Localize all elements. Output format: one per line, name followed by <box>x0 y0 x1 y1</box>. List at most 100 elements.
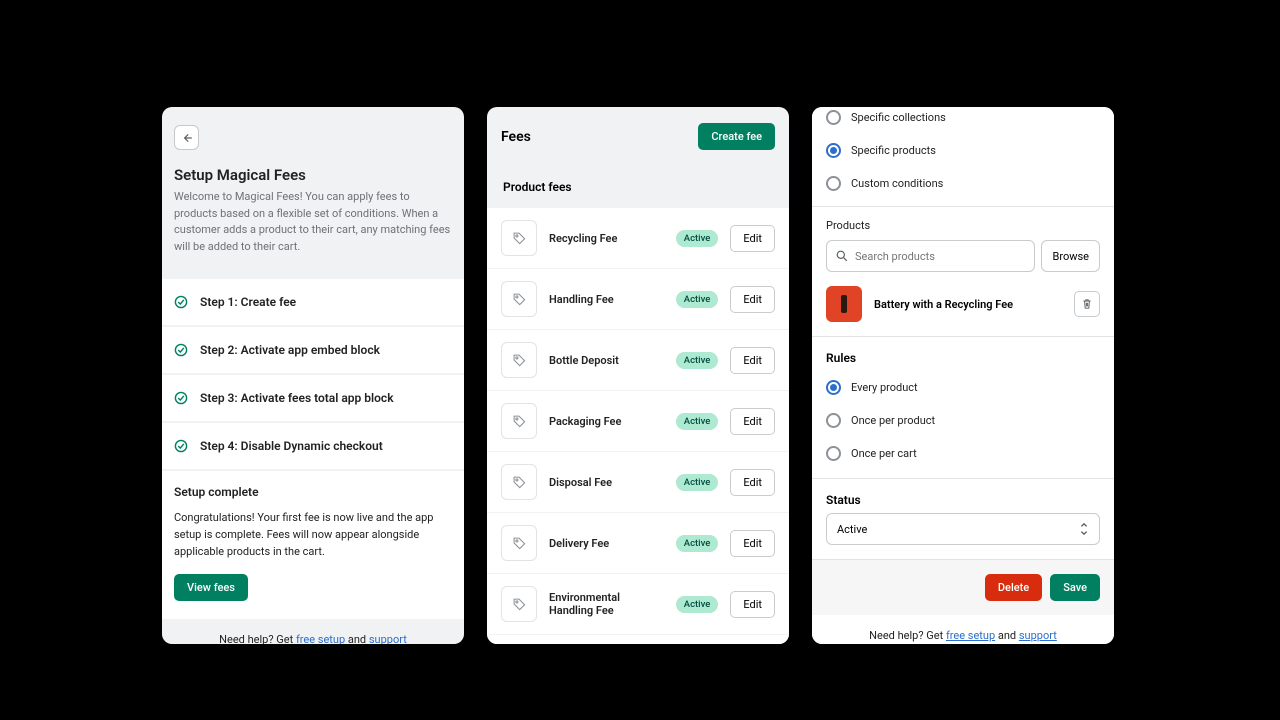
delete-button[interactable]: Delete <box>985 574 1042 601</box>
fee-name: Disposal Fee <box>549 476 664 489</box>
radio-icon <box>826 446 841 461</box>
fee-icon-box <box>501 464 537 500</box>
radio-option[interactable]: Specific products <box>826 134 1100 167</box>
product-name: Battery with a Recycling Fee <box>874 298 1062 311</box>
step-label: Step 2: Activate app embed block <box>200 343 380 357</box>
complete-text: Congratulations! Your first fee is now l… <box>174 509 452 560</box>
fee-list: Recycling Fee Active Edit Handling Fee Activ… <box>487 208 789 644</box>
view-fees-button[interactable]: View fees <box>174 574 248 601</box>
setup-title: Setup Magical Fees <box>174 166 452 184</box>
edit-button[interactable]: Edit <box>730 469 775 496</box>
support-link[interactable]: support <box>369 633 407 644</box>
fee-row: Packaging Fee Active Edit <box>487 391 789 452</box>
radio-option[interactable]: Every product <box>826 371 1100 404</box>
tag-icon <box>512 292 526 306</box>
status-label: Status <box>826 479 1100 513</box>
fee-icon-box <box>501 525 537 561</box>
fee-row: Handling Fee Active Edit <box>487 269 789 330</box>
back-button[interactable] <box>174 125 199 150</box>
edit-button[interactable]: Edit <box>730 591 775 618</box>
free-setup-link[interactable]: free setup <box>296 633 345 644</box>
product-thumbnail <box>826 286 862 322</box>
select-chevron-icon <box>1079 522 1089 536</box>
fee-name: Bottle Deposit <box>549 354 664 367</box>
check-circle-icon <box>174 439 188 453</box>
fees-title: Fees <box>501 129 531 145</box>
edit-button[interactable]: Edit <box>730 286 775 313</box>
tag-icon <box>512 414 526 428</box>
steps-list: Step 1: Create fee Step 2: Activate app … <box>162 279 464 469</box>
check-circle-icon <box>174 343 188 357</box>
status-badge: Active <box>676 413 719 430</box>
step-label: Step 3: Activate fees total app block <box>200 391 394 405</box>
status-badge: Active <box>676 291 719 308</box>
remove-product-button[interactable] <box>1074 291 1100 317</box>
product-fees-label: Product fees <box>487 166 789 208</box>
edit-button[interactable]: Edit <box>730 530 775 557</box>
tag-icon <box>512 353 526 367</box>
check-circle-icon <box>174 391 188 405</box>
fee-row: Delivery FeeActiveEdit <box>487 513 789 574</box>
radio-option[interactable]: Once per cart <box>826 437 1100 470</box>
radio-icon <box>826 176 841 191</box>
setup-panel: Setup Magical Fees Welcome to Magical Fe… <box>162 107 464 644</box>
step-item[interactable]: Step 4: Disable Dynamic checkout <box>162 423 464 469</box>
edit-button[interactable]: Edit <box>730 347 775 374</box>
radio-label: Every product <box>851 381 918 394</box>
fee-row: Bottle Deposit Active Edit <box>487 330 789 391</box>
status-badge: Active <box>676 352 719 369</box>
edit-button[interactable]: Edit <box>730 408 775 435</box>
fee-config-panel: Specific collections Specific productsCus… <box>812 107 1114 644</box>
rules-radios: Every product Once per product Once per ca… <box>826 371 1100 470</box>
check-circle-icon <box>174 295 188 309</box>
browse-button[interactable]: Browse <box>1041 240 1100 272</box>
fee-row: Disposal Fee Active Edit <box>487 452 789 513</box>
radio-icon <box>826 380 841 395</box>
fee-row: Environmental Handling FeeActiveEdit <box>487 574 789 635</box>
fee-name: Recycling Fee <box>549 232 664 245</box>
search-field[interactable] <box>848 250 1025 263</box>
save-button[interactable]: Save <box>1050 574 1100 601</box>
free-setup-link[interactable]: free setup <box>946 629 995 642</box>
tag-icon <box>512 597 526 611</box>
radio-option[interactable]: Custom conditions <box>826 167 1100 200</box>
step-label: Step 4: Disable Dynamic checkout <box>200 439 383 453</box>
step-label: Step 1: Create fee <box>200 295 296 309</box>
radio-icon <box>826 143 841 158</box>
step-item[interactable]: Step 3: Activate fees total app block <box>162 375 464 423</box>
radio-label: Once per product <box>851 414 935 427</box>
status-badge: Active <box>676 596 719 613</box>
radio-label: Once per cart <box>851 447 917 460</box>
arrow-left-icon <box>181 132 193 144</box>
radio-label: Specific collections <box>851 111 946 124</box>
setup-complete-card: Setup complete Congratulations! Your fir… <box>162 471 464 619</box>
fee-row: Setup FeeActiveEdit <box>487 635 789 644</box>
products-label: Products <box>826 207 1100 240</box>
help-text: Need help? Get free setup and support <box>162 619 464 644</box>
trash-icon <box>1081 298 1093 310</box>
fee-icon-box <box>501 342 537 378</box>
fees-panel: Fees Create fee Product fees Recycling F… <box>487 107 789 644</box>
radio-option[interactable]: Once per product <box>826 404 1100 437</box>
support-link[interactable]: support <box>1019 629 1057 642</box>
fee-icon-box <box>501 281 537 317</box>
status-badge: Active <box>676 535 719 552</box>
create-fee-button[interactable]: Create fee <box>698 123 775 150</box>
status-select[interactable]: Active <box>826 513 1100 545</box>
fee-name: Packaging Fee <box>549 415 664 428</box>
step-item[interactable]: Step 2: Activate app embed block <box>162 327 464 375</box>
status-badge: Active <box>676 230 719 247</box>
fee-name: Handling Fee <box>549 293 664 306</box>
radio-icon <box>826 110 841 125</box>
applies-to-radios: Specific collections Specific productsCus… <box>826 107 1100 200</box>
edit-button[interactable]: Edit <box>730 225 775 252</box>
selected-product-row: Battery with a Recycling Fee <box>826 282 1100 336</box>
step-item[interactable]: Step 1: Create fee <box>162 279 464 327</box>
fee-icon-box <box>501 403 537 439</box>
radio-option[interactable]: Specific collections <box>826 107 1100 134</box>
search-products-input[interactable] <box>826 240 1035 272</box>
radio-icon <box>826 413 841 428</box>
fee-icon-box <box>501 586 537 622</box>
status-badge: Active <box>676 474 719 491</box>
fee-icon-box <box>501 220 537 256</box>
